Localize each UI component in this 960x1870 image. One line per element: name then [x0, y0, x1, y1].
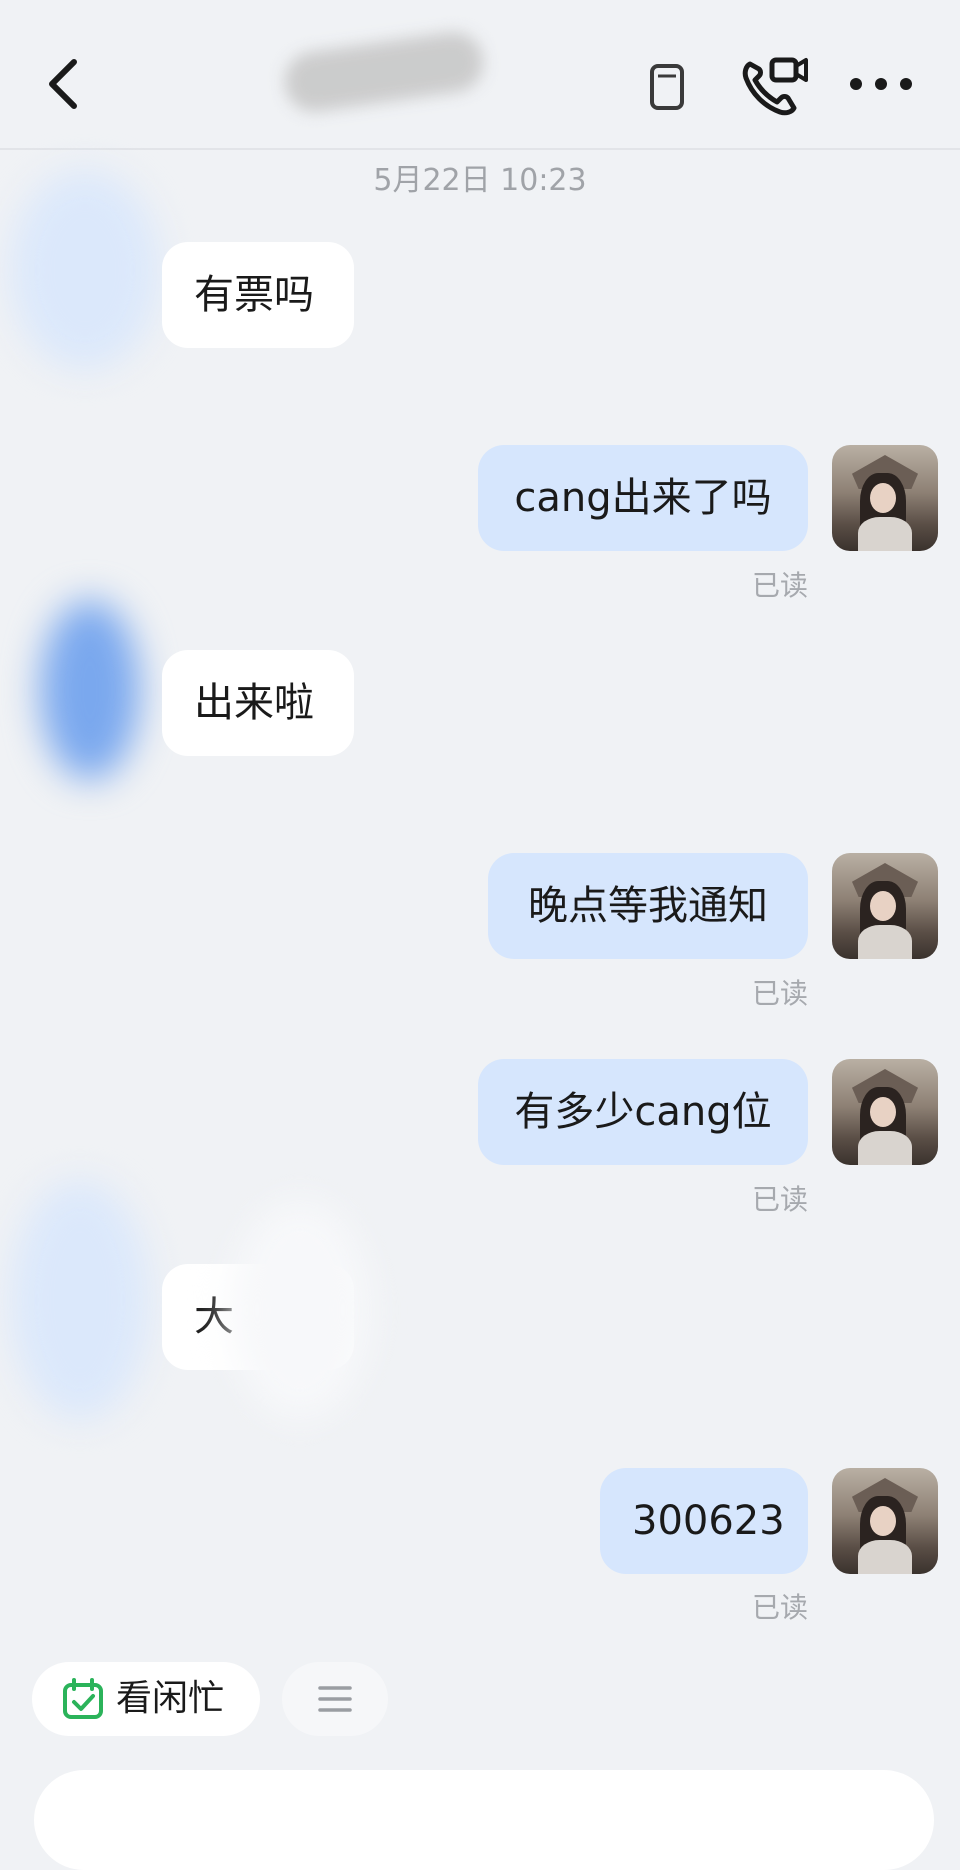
- message-timestamp: 5月22日 10:23: [373, 163, 587, 198]
- video-call-icon: [742, 57, 808, 116]
- more-options-button[interactable]: [846, 66, 916, 102]
- document-icon: [650, 64, 684, 110]
- outgoing-message[interactable]: cang出来了吗: [478, 445, 808, 551]
- avatar-redaction: [40, 600, 140, 780]
- check-availability-button[interactable]: 看闲忙: [32, 1662, 260, 1736]
- outgoing-message[interactable]: 有多少cang位: [478, 1059, 808, 1165]
- avatar[interactable]: [832, 1059, 938, 1165]
- video-call-button[interactable]: [738, 54, 810, 118]
- text-redaction: [230, 1200, 370, 1420]
- menu-lines-icon: [318, 1686, 352, 1712]
- avatar-redaction: [10, 170, 160, 370]
- quick-menu-button[interactable]: [282, 1662, 388, 1736]
- partial-icon[interactable]: [648, 58, 688, 114]
- chevron-left-icon: [49, 59, 77, 109]
- calendar-check-icon: [63, 1678, 103, 1719]
- incoming-message[interactable]: 出来啦: [162, 650, 354, 756]
- chat-header: [0, 0, 960, 150]
- incoming-message[interactable]: 有票吗: [162, 242, 354, 348]
- avatar-redaction: [10, 1180, 150, 1420]
- read-status: 已读: [751, 1591, 808, 1624]
- outgoing-message[interactable]: 晚点等我通知: [488, 853, 808, 959]
- read-status: 已读: [751, 977, 808, 1010]
- avatar[interactable]: [832, 445, 938, 551]
- avatar[interactable]: [832, 1468, 938, 1574]
- avatar[interactable]: [832, 853, 938, 959]
- back-button[interactable]: [40, 52, 90, 116]
- contact-name-redacted: [280, 28, 488, 116]
- outgoing-message[interactable]: 300623: [600, 1468, 808, 1574]
- read-status: 已读: [751, 1183, 808, 1216]
- message-input-bar[interactable]: [34, 1770, 934, 1870]
- check-availability-label: 看闲忙: [116, 1678, 225, 1719]
- more-horizontal-icon: [850, 78, 912, 90]
- read-status: 已读: [751, 569, 808, 602]
